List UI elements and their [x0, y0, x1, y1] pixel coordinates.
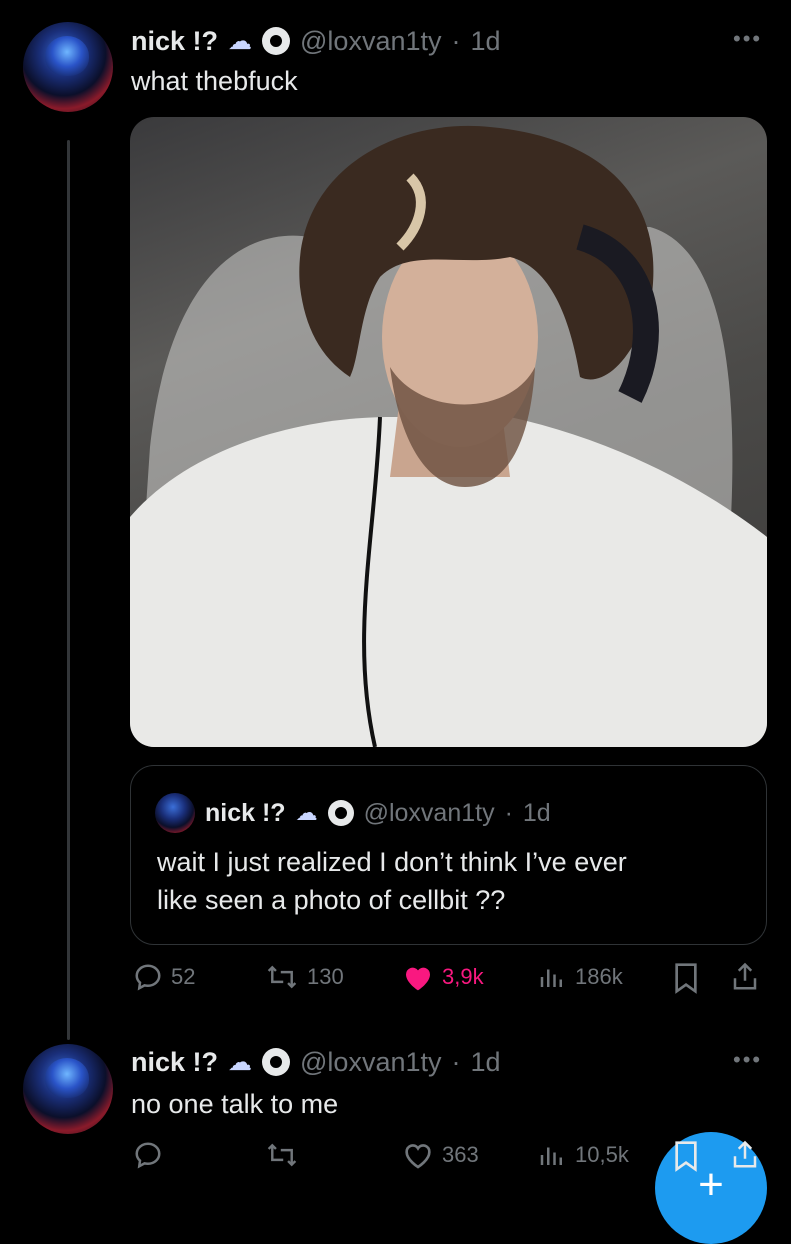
views-icon	[540, 1147, 562, 1165]
views-count: 10,5k	[575, 1142, 629, 1167]
handle[interactable]: @loxvan1ty	[300, 1047, 441, 1078]
share-button[interactable]	[730, 1138, 760, 1172]
repost-icon	[267, 1143, 297, 1167]
like-count: 3,9k	[442, 964, 484, 989]
display-name[interactable]: nick !?	[131, 1047, 218, 1078]
reply-icon	[135, 964, 161, 991]
cloud-badge-icon: ☁	[228, 27, 253, 55]
tweet-text: what thebfuck	[131, 66, 298, 96]
plus-icon: +	[698, 1160, 724, 1209]
like-count: 363	[442, 1142, 479, 1167]
handle[interactable]: @loxvan1ty	[300, 26, 441, 57]
tweet-header: nick !? ☁ @loxvan1ty · 1d	[131, 22, 501, 60]
tweet-text: no one talk to me	[131, 1089, 339, 1119]
tweet-header: nick !? ☁ @loxvan1ty · 1d	[131, 1043, 501, 1081]
like-button[interactable]: 363	[402, 1140, 479, 1170]
heart-icon	[405, 1144, 431, 1169]
avatar[interactable]	[23, 1044, 113, 1134]
quoted-avatar[interactable]	[155, 793, 195, 833]
share-icon	[733, 962, 757, 990]
reply-count: 52	[171, 964, 196, 989]
bookmark-icon	[675, 963, 697, 994]
reply-button[interactable]	[133, 1140, 163, 1170]
separator-dot: ·	[451, 25, 461, 56]
like-button[interactable]: 3,9k	[402, 962, 484, 992]
repost-icon	[267, 965, 297, 989]
bookmark-button[interactable]	[672, 1140, 700, 1172]
repost-count: 130	[307, 964, 344, 989]
timestamp[interactable]: 1d	[471, 26, 501, 57]
repost-button[interactable]	[265, 1140, 299, 1170]
quoted-text-line: wait I just realized I don’t think I’ve …	[157, 847, 627, 877]
quoted-timestamp: 1d	[522, 798, 551, 827]
display-name[interactable]: nick !?	[131, 26, 218, 57]
bookmark-button[interactable]	[672, 962, 700, 994]
separator-dot: ·	[451, 1046, 461, 1077]
views-button[interactable]: 10,5k	[537, 1140, 629, 1170]
quoted-handle: @loxvan1ty	[363, 798, 495, 827]
tweet-photo[interactable]	[130, 117, 767, 747]
reply-button[interactable]: 52	[133, 962, 195, 992]
quoted-display-name: nick !?	[205, 798, 286, 827]
share-icon	[733, 1140, 757, 1168]
reply-icon	[135, 1142, 161, 1169]
views-count: 186k	[575, 964, 623, 989]
cloud-badge-icon: ☁	[228, 1048, 253, 1076]
repost-button[interactable]: 130	[265, 962, 344, 992]
cloud-badge-icon: ☁	[295, 800, 318, 825]
thread-line	[67, 140, 70, 1040]
separator-dot: ·	[504, 798, 513, 827]
quoted-text: wait I just realized I don’t think I’ve …	[157, 843, 757, 919]
more-options-icon[interactable]: •••	[733, 26, 762, 52]
more-options-icon[interactable]: •••	[733, 1047, 762, 1073]
views-button[interactable]: 186k	[537, 962, 623, 992]
photo-illustration	[130, 125, 767, 747]
avatar[interactable]	[23, 22, 113, 112]
heart-filled-icon	[406, 967, 430, 991]
bookmark-icon	[675, 1141, 697, 1172]
share-button[interactable]	[730, 960, 760, 994]
eye-badge-icon	[262, 27, 291, 55]
timestamp[interactable]: 1d	[471, 1047, 501, 1078]
eye-badge-icon	[262, 1048, 291, 1076]
views-icon	[540, 969, 562, 987]
quoted-header: nick !? ☁ @loxvan1ty · 1d	[205, 793, 551, 833]
quoted-text-line: like seen a photo of cellbit ??	[157, 885, 506, 915]
eye-badge-icon	[327, 800, 354, 826]
